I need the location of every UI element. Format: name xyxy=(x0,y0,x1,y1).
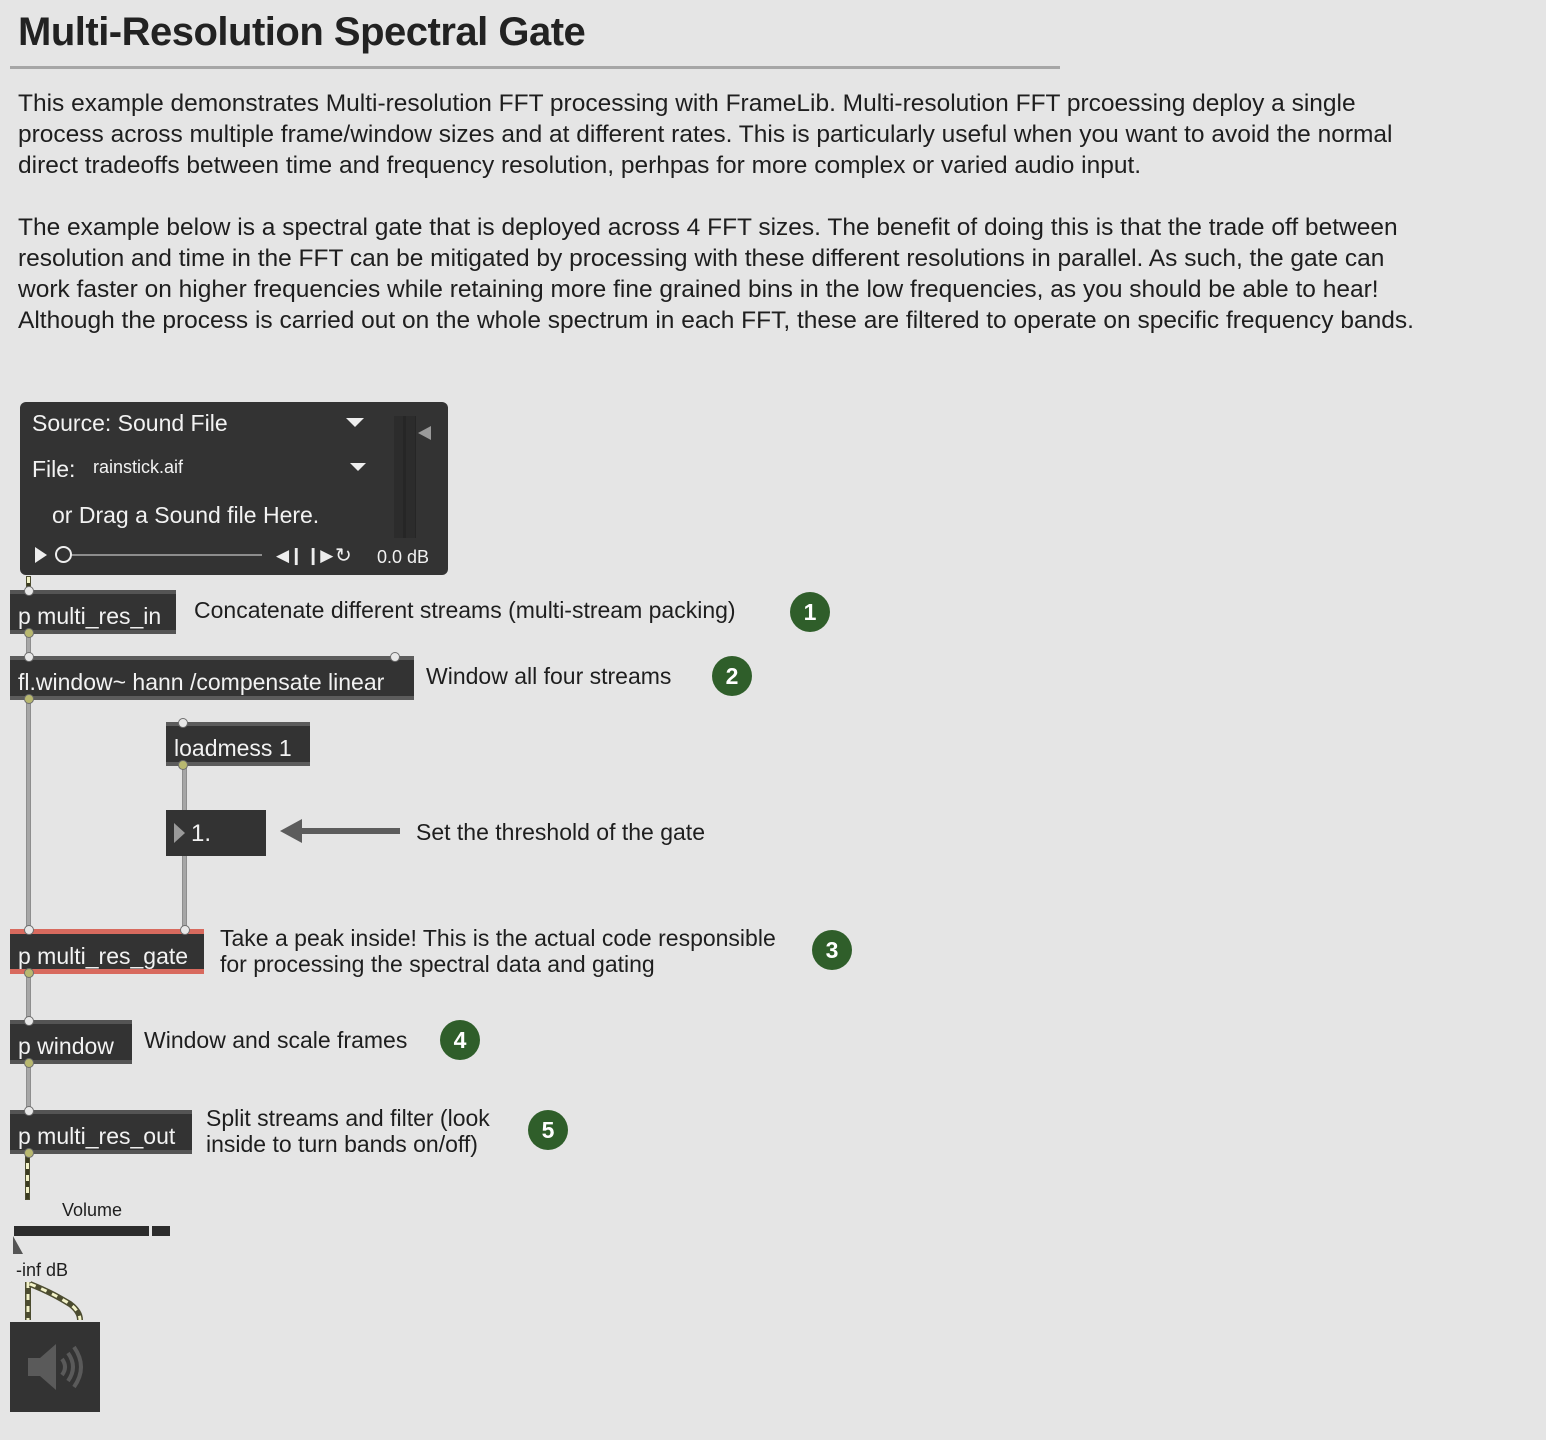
fl-window-object[interactable]: fl.window~ hann /compensate linear xyxy=(10,652,414,704)
drag-drop-hint: or Drag a Sound file Here. xyxy=(52,502,320,528)
outlet[interactable] xyxy=(24,694,34,704)
inlet[interactable] xyxy=(180,925,190,935)
signal-cord-to-dac[interactable] xyxy=(20,1280,90,1324)
step-1-comment: Concatenate different streams (multi-str… xyxy=(194,597,736,623)
loop-icon[interactable]: ↻ xyxy=(335,543,352,568)
level-meter-left xyxy=(394,416,403,538)
number-triangle-icon xyxy=(174,823,185,843)
play-icon[interactable] xyxy=(35,547,47,563)
description-paragraph-1: This example demonstrates Multi-resoluti… xyxy=(18,90,1393,179)
audio-output-toggle[interactable] xyxy=(10,1322,100,1412)
outlet[interactable] xyxy=(24,1148,34,1158)
outlet[interactable] xyxy=(24,1058,34,1068)
scrub-knob[interactable] xyxy=(55,546,72,563)
step-3-comment-line-2: for processing the spectral data and gat… xyxy=(220,951,655,977)
object-label: p multi_res_out xyxy=(18,1123,176,1149)
inlet[interactable] xyxy=(178,718,188,728)
inlet[interactable] xyxy=(24,925,34,935)
description-paragraph-2: The example below is a spectral gate tha… xyxy=(18,214,1414,334)
step-5-badge: 5 xyxy=(528,1110,568,1150)
speaker-icon xyxy=(28,1344,83,1390)
step-2-badge: 2 xyxy=(712,656,752,696)
gain-readout: 0.0 dB xyxy=(377,547,430,567)
object-label: loadmess 1 xyxy=(174,735,292,761)
page-title: Multi-Resolution Spectral Gate xyxy=(18,10,586,54)
threshold-value: 1. xyxy=(191,820,212,847)
volume-db-readout: -inf dB xyxy=(16,1260,69,1280)
multi-res-gate-object[interactable]: p multi_res_gate xyxy=(10,925,204,978)
dropdown-caret-icon[interactable] xyxy=(346,418,364,427)
object-label: p multi_res_in xyxy=(18,603,162,629)
dropdown-caret-icon[interactable] xyxy=(350,463,366,471)
step-3-comment-line-1: Take a peak inside! This is the actual c… xyxy=(220,925,776,951)
patch-cord[interactable] xyxy=(26,694,31,934)
file-label: File: xyxy=(32,456,76,482)
inlet[interactable] xyxy=(24,652,34,662)
source-menu[interactable]: Source: Sound File xyxy=(32,410,228,437)
previous-icon[interactable]: ◀❙ xyxy=(276,546,303,566)
slider-notch xyxy=(149,1226,152,1236)
next-icon[interactable]: ❙▶ xyxy=(306,546,333,566)
step-5-comment-line-2: inside to turn bands on/off) xyxy=(206,1131,478,1157)
multi-res-out-object[interactable]: p multi_res_out xyxy=(10,1106,192,1158)
sound-source-panel[interactable]: Source: Sound File File: rainstick.aif o… xyxy=(20,402,448,575)
step-4-badge: 4 xyxy=(440,1020,480,1060)
object-label: p multi_res_gate xyxy=(18,943,189,969)
level-meter-right xyxy=(406,416,415,538)
threshold-comment: Set the threshold of the gate xyxy=(416,819,705,845)
inlet[interactable] xyxy=(24,1016,34,1026)
step-3-badge: 3 xyxy=(812,930,852,970)
title-divider xyxy=(10,66,1060,69)
object-label: p window xyxy=(18,1033,114,1059)
threshold-number-box[interactable]: 1. xyxy=(166,810,266,856)
arrow-head-icon xyxy=(280,819,302,843)
inlet[interactable] xyxy=(390,652,400,662)
step-5-comment-line-1: Split streams and filter (look xyxy=(206,1105,490,1131)
inlet[interactable] xyxy=(24,1106,34,1116)
loadmess-object[interactable]: loadmess 1 xyxy=(166,718,310,770)
outlet[interactable] xyxy=(24,968,34,978)
p-window-object[interactable]: p window xyxy=(10,1016,132,1068)
volume-label: Volume xyxy=(62,1200,123,1220)
outlet[interactable] xyxy=(24,628,34,638)
inlet[interactable] xyxy=(24,586,34,596)
step-1-badge: 1 xyxy=(790,592,830,632)
arrow-icon xyxy=(296,828,400,834)
level-meter[interactable] xyxy=(394,416,416,538)
slider-thumb[interactable] xyxy=(13,1236,23,1254)
gain-arrow-icon[interactable] xyxy=(418,426,431,440)
file-menu[interactable]: rainstick.aif xyxy=(93,457,183,478)
scrub-bar[interactable] xyxy=(64,554,262,556)
outlet[interactable] xyxy=(178,760,188,770)
step-2-comment: Window all four streams xyxy=(426,663,672,689)
object-label: fl.window~ hann /compensate linear xyxy=(18,669,385,695)
step-4-comment: Window and scale frames xyxy=(144,1027,408,1053)
volume-slider[interactable] xyxy=(14,1226,170,1236)
patch-cord[interactable] xyxy=(182,852,187,934)
multi-res-in-object[interactable]: p multi_res_in xyxy=(10,586,176,638)
